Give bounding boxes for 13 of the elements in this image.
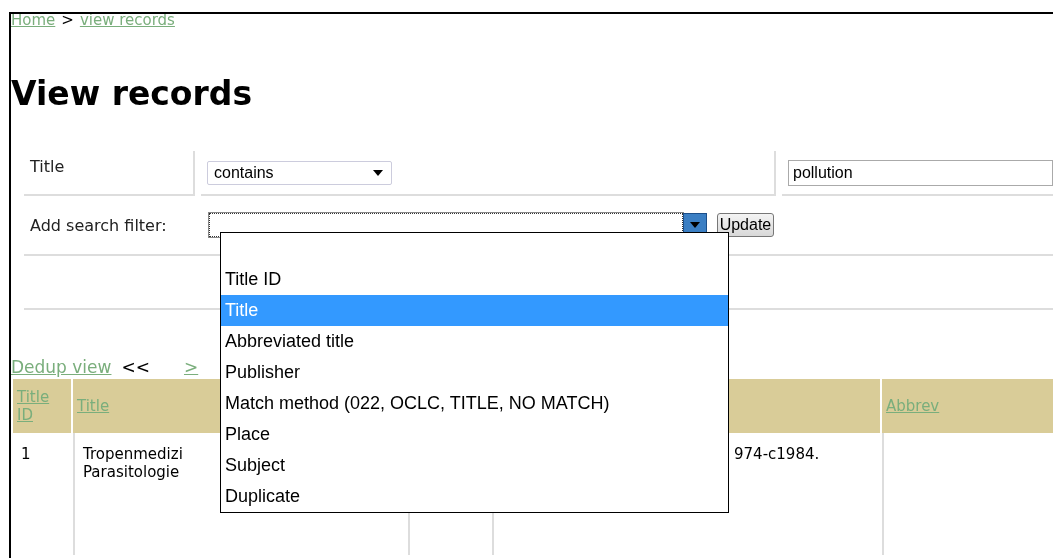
table-cell: Tropenmedizi Parasitologie bbox=[83, 445, 183, 481]
caret-icon bbox=[373, 169, 383, 176]
update-button[interactable]: Update bbox=[716, 213, 775, 237]
table-cell: 1 bbox=[21, 445, 31, 463]
prev-marker: << bbox=[121, 357, 150, 377]
operator-select[interactable]: contains bbox=[207, 160, 392, 185]
filter-value-field[interactable]: pollution bbox=[788, 159, 1053, 186]
breadcrumb-separator: > bbox=[61, 14, 74, 29]
table-cell: 974-c1984. bbox=[734, 445, 820, 463]
add-filter-label: Add search filter: bbox=[30, 215, 167, 235]
filter-label: Title bbox=[30, 157, 65, 176]
page-heading: View records bbox=[11, 73, 254, 115]
caret-icon bbox=[689, 222, 700, 228]
